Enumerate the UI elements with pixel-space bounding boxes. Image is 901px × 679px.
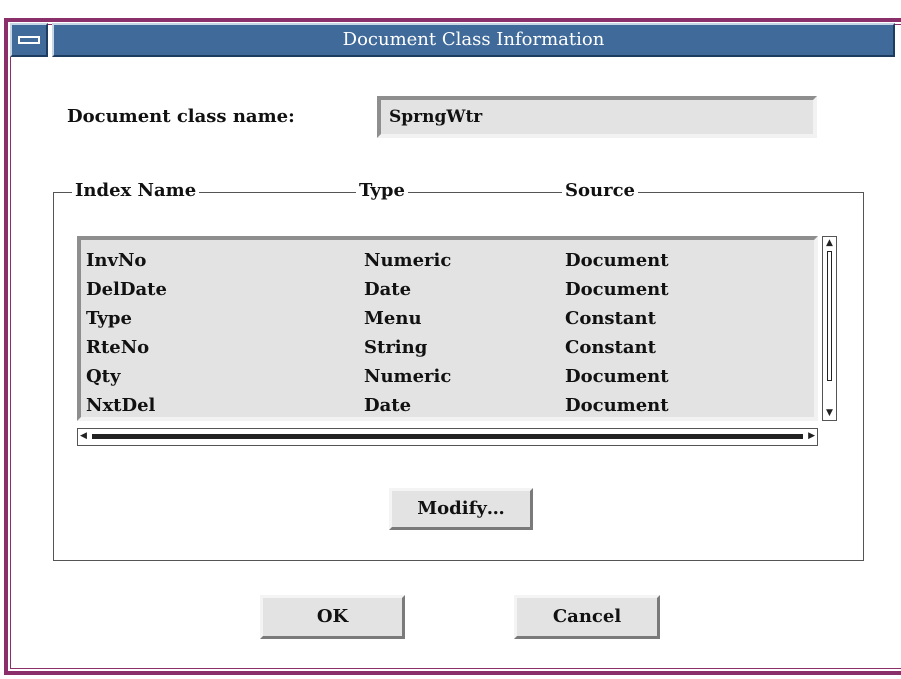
window-menu-icon [18,36,40,44]
column-header-index-name: Index Name [72,180,200,201]
index-type: Numeric [364,250,452,271]
modify-button[interactable]: Modify… [389,488,533,530]
index-name: Qty [86,366,121,387]
index-type: Numeric [364,366,452,387]
scroll-left-arrow-icon[interactable]: ◀ [80,432,87,441]
horizontal-scroll-thumb[interactable] [92,434,803,439]
index-source: Document [565,279,669,300]
index-name: RteNo [86,337,150,358]
class-name-field[interactable]: SprngWtr [377,96,817,138]
window-menu-button[interactable] [10,23,48,57]
title-bar: Document Class Information [10,23,895,57]
index-list[interactable]: InvNo Numeric Document DelDate Date Docu… [77,236,818,421]
cancel-button[interactable]: Cancel [514,595,660,639]
index-type: Date [364,395,412,416]
index-source: Document [565,395,669,416]
index-type: Date [364,279,412,300]
column-header-source: Source [562,180,638,201]
index-source: Constant [565,337,656,358]
index-type: String [364,337,428,358]
index-type: Menu [364,308,422,329]
index-name: NxtDel [86,395,156,416]
column-header-type: Type [356,180,408,201]
scroll-right-arrow-icon[interactable]: ▶ [808,432,815,441]
horizontal-scrollbar[interactable]: ◀ ▶ [77,428,818,446]
index-name: DelDate [86,279,167,300]
vertical-scrollbar[interactable]: ▲ ▼ [822,236,837,421]
class-name-label: Document class name: [67,106,295,127]
index-name: InvNo [86,250,147,271]
scroll-up-arrow-icon[interactable]: ▲ [826,239,833,248]
window-title: Document Class Information [52,23,895,57]
vertical-scroll-thumb[interactable] [827,251,832,381]
ok-button[interactable]: OK [260,595,405,639]
index-source: Document [565,250,669,271]
index-source: Document [565,366,669,387]
scroll-down-arrow-icon[interactable]: ▼ [826,409,833,418]
index-name: Type [86,308,132,329]
index-source: Constant [565,308,656,329]
